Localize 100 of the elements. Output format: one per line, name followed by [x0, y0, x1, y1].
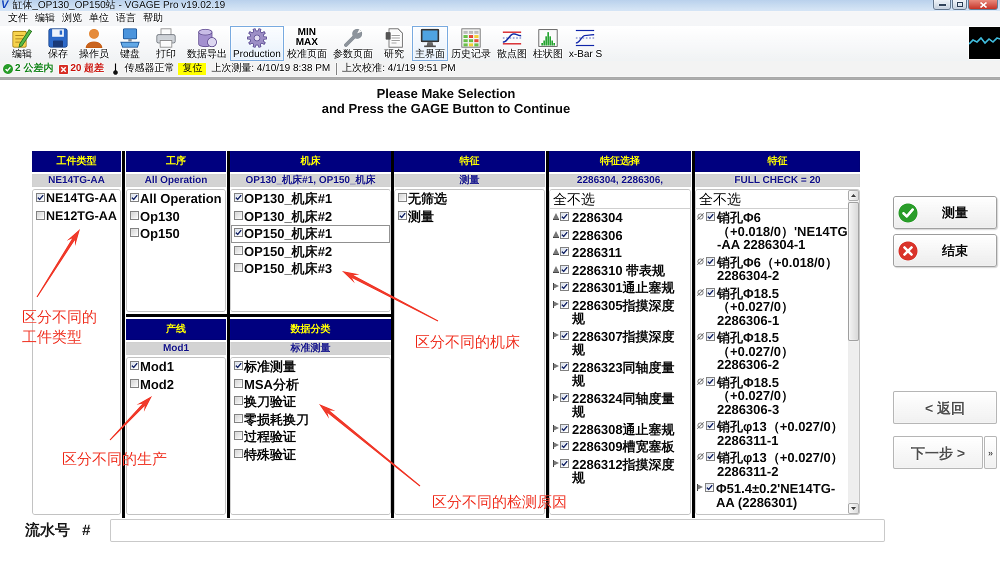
toolbar-button[interactable]: Production: [230, 26, 284, 61]
list-item[interactable]: 销孔φ13（+0.027/0） 2286311-2: [696, 449, 848, 480]
list-item[interactable]: 测量: [395, 208, 544, 225]
toolbar-button[interactable]: 主界面: [412, 26, 448, 61]
select-none-option[interactable]: 全不选: [550, 190, 690, 209]
checkbox[interactable]: [560, 362, 569, 370]
list-item[interactable]: 销孔Φ18.5（+0.027/0） 2286306-1: [696, 284, 848, 329]
list-item[interactable]: 2286311: [550, 244, 690, 262]
toolbar-button[interactable]: MIN MAX 校准页面: [284, 26, 330, 61]
checkbox[interactable]: [705, 483, 714, 492]
measure-button[interactable]: 测量: [893, 196, 997, 229]
list-item[interactable]: OP150_机床#3: [231, 260, 390, 278]
list-item[interactable]: 2286312指摸深度规: [550, 456, 690, 486]
list-item[interactable]: 销孔φ13（+0.027/0） 2286311-1: [696, 418, 848, 449]
list-item[interactable]: 换刀验证: [231, 393, 390, 410]
list-item[interactable]: 2286323同轴度量规: [550, 358, 690, 390]
toolbar-button[interactable]: x-Bar S: [566, 26, 606, 61]
list-item[interactable]: 2286305指摸深度规: [550, 296, 690, 328]
checkbox[interactable]: [234, 414, 243, 422]
checkbox[interactable]: [560, 441, 569, 450]
back-button[interactable]: < 返回: [893, 391, 997, 424]
list-item[interactable]: OP130_机床#2: [231, 208, 390, 225]
next-button[interactable]: 下一步 >: [893, 436, 983, 469]
toolbar-button[interactable]: 研究: [376, 26, 412, 61]
list-item[interactable]: 2286308通止塞规: [550, 420, 690, 438]
list-item[interactable]: OP150_机床#1: [231, 225, 390, 242]
checkbox[interactable]: [234, 246, 243, 254]
checkbox[interactable]: [560, 330, 569, 340]
list-item[interactable]: 2286307指摸深度规: [550, 328, 690, 358]
scroll-up-button[interactable]: [848, 190, 859, 201]
checkbox[interactable]: [560, 424, 569, 432]
menu-item[interactable]: 编辑: [35, 12, 55, 24]
checkbox[interactable]: [706, 256, 715, 266]
list-item[interactable]: 销孔Φ18.5（+0.027/0） 2286306-2: [696, 329, 848, 374]
toolbar-button[interactable]: 参数页面: [330, 26, 376, 61]
list-item[interactable]: 销孔Φ6（+0.018/0） 2286304-2: [696, 254, 848, 284]
checkbox[interactable]: [706, 376, 715, 386]
menu-item[interactable]: 文件: [8, 12, 28, 24]
checkbox[interactable]: [560, 392, 569, 402]
checkbox[interactable]: [706, 421, 715, 430]
list-item[interactable]: 2286324同轴度量规: [550, 390, 690, 420]
checkbox[interactable]: [234, 228, 243, 237]
minimize-button[interactable]: [933, 0, 951, 10]
list-item[interactable]: Op150: [127, 225, 225, 242]
checkbox[interactable]: [130, 378, 139, 388]
list-item[interactable]: Mod2: [127, 376, 225, 393]
checkbox[interactable]: [398, 210, 407, 220]
more-button[interactable]: »: [984, 436, 997, 469]
finish-button[interactable]: 结束: [893, 234, 997, 267]
checkbox[interactable]: [36, 193, 45, 202]
checkbox[interactable]: [130, 193, 139, 202]
scrollbar-thumb[interactable]: [848, 202, 859, 341]
list-item[interactable]: 2286310 带表规: [550, 262, 690, 279]
select-none-option[interactable]: 全不选: [696, 190, 848, 209]
toolbar-button[interactable]: 历史记录: [448, 26, 494, 61]
checkbox[interactable]: [234, 263, 243, 272]
checkbox[interactable]: [234, 448, 243, 458]
toolbar-button[interactable]: 键盘: [112, 26, 148, 61]
list-item[interactable]: 无筛选: [395, 190, 544, 208]
toolbar-button[interactable]: 打印: [148, 26, 184, 61]
toolbar-button[interactable]: 柱状图: [530, 26, 566, 61]
checkbox[interactable]: [234, 210, 243, 220]
list-item[interactable]: Mod1: [127, 358, 225, 376]
list-item[interactable]: 特殊验证: [231, 446, 390, 463]
checkbox[interactable]: [234, 193, 243, 202]
checkbox[interactable]: [560, 458, 569, 468]
list-item[interactable]: NE14TG-AA: [33, 190, 120, 208]
serial-number-field[interactable]: [110, 519, 885, 542]
list-item[interactable]: NE12TG-AA: [33, 208, 120, 225]
list-item[interactable]: 2286301通止塞规: [550, 279, 690, 296]
list-item[interactable]: 2286309槽宽塞板: [550, 438, 690, 456]
checkbox[interactable]: [234, 396, 243, 405]
maximize-button[interactable]: [952, 0, 967, 10]
list-item[interactable]: OP150_机床#2: [231, 242, 390, 260]
list-item[interactable]: Φ51.4±0.2'NE14TG-AA (2286301): [696, 480, 848, 511]
checkbox[interactable]: [706, 452, 715, 461]
checkbox[interactable]: [130, 361, 139, 370]
checkbox[interactable]: [706, 288, 715, 296]
checkbox[interactable]: [560, 282, 569, 291]
toolbar-button[interactable]: 数据导出: [184, 26, 230, 61]
list-item[interactable]: 销孔Φ6（+0.018/0）'NE14TG-AA 2286304-1: [696, 209, 848, 254]
list-item[interactable]: 销孔Φ18.5（+0.027/0） 2286306-3: [696, 374, 848, 418]
menu-item[interactable]: 单位: [89, 12, 109, 24]
reset-button[interactable]: 复位: [178, 63, 206, 75]
scroll-down-button[interactable]: [848, 503, 859, 514]
toolbar-button[interactable]: 散点图: [494, 26, 530, 61]
list-item[interactable]: 2286304: [550, 209, 690, 226]
list-item[interactable]: 过程验证: [231, 428, 390, 446]
close-button[interactable]: [968, 0, 998, 10]
checkbox[interactable]: [130, 228, 139, 237]
checkbox[interactable]: [560, 247, 569, 256]
menu-item[interactable]: 帮助: [143, 12, 163, 24]
menu-item[interactable]: 浏览: [62, 12, 82, 24]
list-item[interactable]: All Operation: [127, 190, 225, 208]
checkbox[interactable]: [560, 300, 569, 308]
list-item[interactable]: 零损耗换刀: [231, 410, 390, 428]
checkbox[interactable]: [234, 431, 243, 440]
checkbox[interactable]: [398, 193, 407, 202]
list-item[interactable]: OP130_机床#1: [231, 190, 390, 208]
checkbox[interactable]: [130, 210, 139, 220]
